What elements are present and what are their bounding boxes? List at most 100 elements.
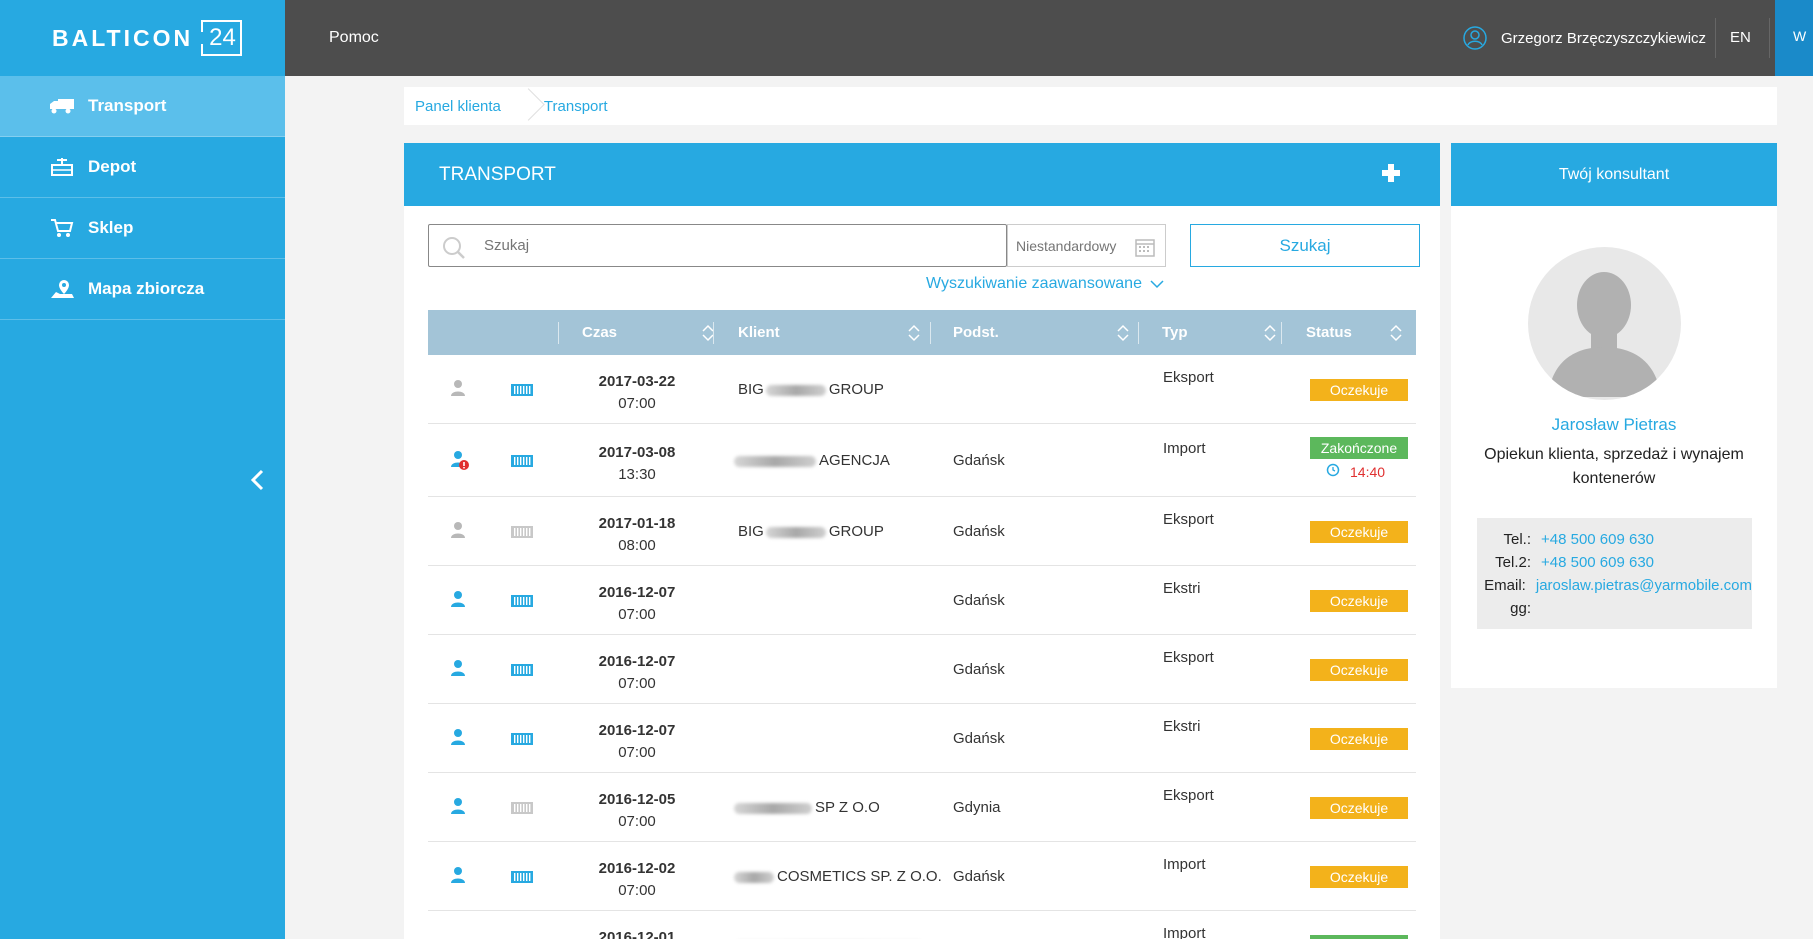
date-filter-input[interactable]	[1016, 225, 1136, 266]
advanced-search-label: Wyszukiwanie zaawansowane	[926, 275, 1142, 292]
status-badge: Oczekuje	[1310, 590, 1408, 612]
contact-line: Tel.2: +48 500 609 630	[1477, 551, 1752, 574]
sort-icon	[1117, 324, 1129, 342]
user-icon[interactable]	[450, 590, 470, 617]
phone2-link[interactable]: +48 500 609 630	[1541, 554, 1654, 571]
phone-link[interactable]: +48 500 609 630	[1541, 531, 1654, 548]
client-cell[interactable]: AGENCJA	[732, 452, 890, 469]
search-button[interactable]: Szukaj	[1190, 224, 1420, 267]
podst-cell: Gdańsk	[953, 523, 1005, 540]
table-row[interactable]: 2016-12-07 07:00 Gdańsk Ekstri Oczekuje	[428, 704, 1416, 773]
type-cell: Ekstri	[1163, 580, 1201, 597]
date-value: 2017-03-08	[598, 444, 676, 461]
search-input[interactable]	[484, 225, 994, 266]
contact-label: Email:	[1484, 577, 1526, 594]
search-icon	[443, 237, 465, 259]
container-icon[interactable]	[510, 592, 534, 615]
date-cell: 2017-03-22 07:00	[582, 371, 692, 415]
user-icon[interactable]	[450, 866, 470, 893]
panel-header: TRANSPORT	[404, 143, 1440, 206]
sidebar-item-transport[interactable]: Transport	[0, 76, 285, 137]
sidebar-item-depot[interactable]: Depot	[0, 137, 285, 198]
container-icon[interactable]	[510, 799, 534, 822]
redacted-text	[734, 802, 812, 814]
user-menu[interactable]: Grzegorz Brzęczyszczykiewicz	[1463, 0, 1706, 76]
container-icon[interactable]	[510, 868, 534, 891]
container-icon[interactable]	[510, 452, 534, 475]
sidebar-item-mapa-zbiorcza[interactable]: Mapa zbiorcza	[0, 259, 285, 320]
container-icon[interactable]	[510, 523, 534, 546]
collapse-sidebar-icon[interactable]	[248, 468, 268, 492]
client-cell[interactable]: COSMETICS SP. Z O.O.	[732, 868, 942, 885]
add-transport-button[interactable]	[1377, 159, 1405, 187]
type-cell: Eksport	[1163, 787, 1214, 804]
column-separator	[1281, 322, 1282, 344]
contact-label: Tel.:	[1503, 531, 1531, 548]
sidebar-item-label: Transport	[88, 96, 167, 115]
container-icon[interactable]	[510, 661, 534, 684]
breadcrumb-item-panel-klienta[interactable]: Panel klienta	[404, 98, 519, 115]
time-value: 07:00	[618, 606, 656, 623]
breadcrumb-separator	[519, 87, 533, 125]
column-header-klient[interactable]: Klient	[738, 310, 934, 355]
table-row[interactable]: 2017-01-18 08:00 BIG GROUP Gdańsk Eksport Ocze…	[428, 497, 1416, 566]
breadcrumb-item-transport[interactable]: Transport	[533, 98, 626, 115]
email-link[interactable]: jaroslaw.pietras@yarmobile.com	[1536, 577, 1752, 594]
sort-icon	[1264, 324, 1276, 342]
column-header-podst[interactable]: Podst.	[953, 310, 1143, 355]
table-row[interactable]: 2016-12-05 07:00 SP Z O.O Gdynia Eksport Ocze…	[428, 773, 1416, 842]
client-cell[interactable]: BIG GROUP	[738, 523, 884, 540]
table-row[interactable]: 2016-12-07 07:00 Gdańsk Eksport Oczekuje	[428, 635, 1416, 704]
column-header-typ[interactable]: Typ	[1162, 310, 1290, 355]
client-cell[interactable]: BIG GROUP	[738, 381, 884, 398]
container-icon[interactable]	[510, 381, 534, 404]
help-link[interactable]: Pomoc	[329, 29, 379, 47]
user-icon[interactable]	[450, 450, 470, 477]
sort-icon	[908, 324, 920, 342]
podst-cell: Gdańsk	[953, 452, 1005, 469]
client-cell[interactable]: SP Z O.O	[732, 799, 880, 816]
date-cell: 2016-12-05 07:00	[582, 789, 692, 833]
column-header-status[interactable]: Status	[1306, 310, 1416, 355]
logo[interactable]: BALTICON 24	[0, 0, 285, 76]
user-icon[interactable]	[450, 379, 470, 406]
user-icon[interactable]	[450, 521, 470, 548]
client-name-prefix: BIG	[738, 381, 764, 398]
consultant-name[interactable]: Jarosław Pietras	[1451, 415, 1777, 435]
calendar-icon[interactable]	[1135, 237, 1155, 257]
table-row[interactable]: 2016-12-07 07:00 Gdańsk Ekstri Oczekuje	[428, 566, 1416, 635]
redacted-text	[734, 871, 774, 883]
client-name-suffix: GROUP	[828, 381, 884, 398]
status-badge	[1310, 935, 1408, 939]
logout-button[interactable]: W	[1775, 0, 1813, 76]
status-badge: Oczekuje	[1310, 866, 1408, 888]
sidebar-item-sklep[interactable]: Sklep	[0, 198, 285, 259]
client-name-suffix: AGENCJA	[819, 452, 890, 469]
divider	[1769, 18, 1770, 58]
time-value: 07:00	[618, 882, 656, 899]
date-value: 2016-12-02	[598, 860, 676, 877]
user-icon[interactable]	[450, 797, 470, 824]
date-value: 2016-12-07	[598, 722, 676, 739]
table-row[interactable]: 2016-12-01 Import	[428, 911, 1416, 939]
column-header-czas[interactable]: Czas	[582, 310, 728, 355]
language-switch[interactable]: EN	[1730, 29, 1751, 46]
sidebar-item-label: Depot	[88, 157, 137, 176]
table-row[interactable]: 2017-03-22 07:00 BIG GROUP Eksport Oczekuje	[428, 355, 1416, 424]
table-row[interactable]: 2016-12-02 07:00 COSMETICS SP. Z O.O. Gdańs…	[428, 842, 1416, 911]
container-icon[interactable]	[510, 730, 534, 753]
status-badge: Zakończone	[1310, 437, 1408, 459]
column-header-label: Podst.	[953, 324, 999, 341]
date-cell: 2016-12-07 07:00	[582, 651, 692, 695]
date-cell: 2016-12-07 07:00	[582, 582, 692, 626]
date-value: 2016-12-01	[598, 929, 676, 939]
advanced-search-toggle[interactable]: Wyszukiwanie zaawansowane	[926, 275, 1164, 293]
time-value: 07:00	[618, 675, 656, 692]
status-badge: Oczekuje	[1310, 728, 1408, 750]
time-value: 07:00	[618, 395, 656, 412]
user-icon[interactable]	[450, 659, 470, 686]
status-badge: Oczekuje	[1310, 659, 1408, 681]
user-icon[interactable]	[450, 728, 470, 755]
consultant-avatar	[1528, 247, 1681, 400]
table-row[interactable]: 2017-03-08 13:30 AGENCJA Gdańsk Import Zakońc…	[428, 424, 1416, 497]
